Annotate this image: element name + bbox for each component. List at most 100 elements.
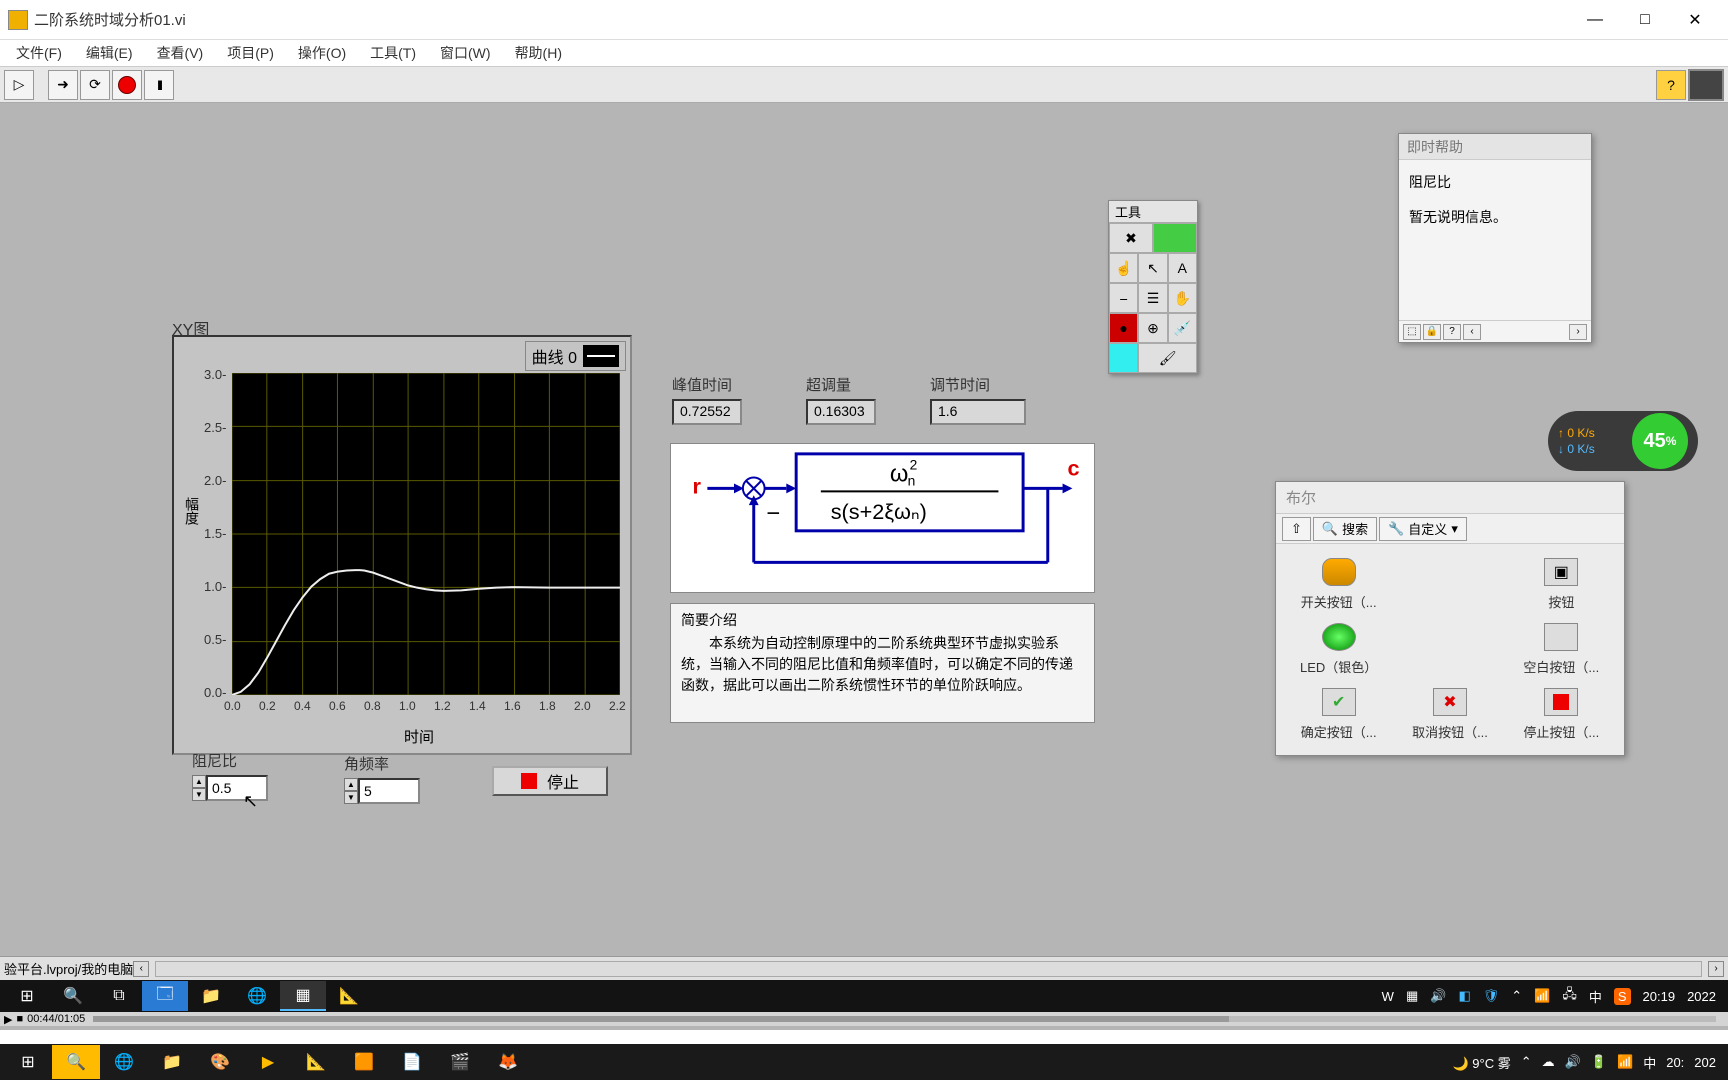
explorer-icon-1[interactable]: 📁 bbox=[188, 981, 234, 1011]
app-icon-2b[interactable]: ▶ bbox=[244, 1045, 292, 1079]
menu-file[interactable]: 文件(F) bbox=[4, 40, 74, 66]
chrome-icon-1[interactable]: 🌐 bbox=[234, 981, 280, 1011]
context-help-panel[interactable]: 即时帮助 阻尼比 暂无说明信息。 ⬚ 🔒 ? ‹ › bbox=[1398, 133, 1592, 343]
color-tool-fg[interactable] bbox=[1109, 343, 1138, 373]
maximize-button[interactable]: □ bbox=[1620, 5, 1670, 35]
menu-view[interactable]: 查看(V) bbox=[145, 40, 216, 66]
video-progress-bar[interactable]: ▶ ■ 00:44/01:05 bbox=[0, 1012, 1728, 1026]
auto-tool-icon[interactable]: ✖ bbox=[1109, 223, 1153, 253]
onedrive-icon[interactable]: ☁ bbox=[1542, 1054, 1555, 1070]
stop-button[interactable]: 停止 bbox=[492, 766, 608, 796]
color-tool-brush-icon[interactable]: 🖌 bbox=[1138, 343, 1197, 373]
boolean-palette-title[interactable]: 布尔 bbox=[1276, 482, 1624, 514]
chrome-icon-2[interactable]: 🌐 bbox=[100, 1045, 148, 1079]
weather-2[interactable]: 🌙 9°C 雾 bbox=[1452, 1053, 1510, 1072]
volume-icon-1[interactable]: 🔊 bbox=[1430, 988, 1446, 1004]
blank-button-item[interactable]: 空白按钮（... bbox=[1509, 623, 1614, 676]
palette-custom-button[interactable]: 🔧 自定义▾ bbox=[1379, 517, 1467, 541]
network-icon-1[interactable]: 🖧 bbox=[1562, 985, 1577, 1007]
app-icon-1a[interactable]: 🗔 bbox=[142, 981, 188, 1011]
scroll-tool-icon[interactable]: ✋ bbox=[1168, 283, 1197, 313]
ctx-scroll-left[interactable]: ‹ bbox=[1463, 324, 1481, 340]
start-button-2[interactable]: ⊞ bbox=[4, 1045, 52, 1079]
pause-button[interactable]: II bbox=[144, 70, 174, 100]
text-tool-icon[interactable]: A bbox=[1168, 253, 1197, 283]
damping-down-icon[interactable]: ▼ bbox=[192, 788, 206, 801]
operate-tool-icon[interactable]: ☝ bbox=[1109, 253, 1138, 283]
ime-icon-2[interactable]: 中 bbox=[1643, 1053, 1656, 1072]
run-continuous-button[interactable]: ➜ bbox=[48, 70, 78, 100]
menu-operate[interactable]: 操作(O) bbox=[286, 40, 358, 66]
wire-tool-icon[interactable]: ⎯ bbox=[1109, 283, 1138, 313]
tray-chevron-2[interactable]: ⌃ bbox=[1521, 1054, 1532, 1070]
frequency-down-icon[interactable]: ▼ bbox=[344, 791, 358, 804]
context-help-title[interactable]: 即时帮助 bbox=[1399, 134, 1591, 160]
matlab-icon-2[interactable]: 📐 bbox=[292, 1045, 340, 1079]
palette-search-button[interactable]: 🔍 搜索 bbox=[1313, 517, 1377, 541]
frequency-up-icon[interactable]: ▲ bbox=[344, 778, 358, 791]
ctx-btn1[interactable]: ⬚ bbox=[1403, 324, 1421, 340]
sogou-icon-1[interactable]: S bbox=[1614, 988, 1631, 1005]
search-icon-1[interactable]: 🔍 bbox=[50, 981, 96, 1011]
led-item[interactable]: LED（银色） bbox=[1286, 623, 1391, 676]
scroll-right-icon[interactable]: › bbox=[1708, 961, 1724, 977]
scroll-left-icon[interactable]: ‹ bbox=[133, 961, 149, 977]
video-play-icon[interactable]: ▶ bbox=[4, 1013, 12, 1026]
clock-2[interactable]: 20: bbox=[1666, 1055, 1684, 1070]
app-icon-2e[interactable]: 🎬 bbox=[436, 1045, 484, 1079]
matlab-icon-1[interactable]: 📐 bbox=[326, 981, 372, 1011]
menu-project[interactable]: 项目(P) bbox=[215, 40, 286, 66]
tools-palette[interactable]: 工具 ✖ ☝ ↖ A ⎯ ☰ ✋ ● ⊕ 💉 🖌 bbox=[1108, 200, 1198, 374]
boolean-palette[interactable]: 布尔 ⇧ 🔍 搜索 🔧 自定义▾ 开关按钮（... ▣ 按钮 LED（银色） bbox=[1275, 481, 1625, 756]
ctx-scroll-right[interactable]: › bbox=[1569, 324, 1587, 340]
color-copy-tool-icon[interactable]: 💉 bbox=[1168, 313, 1197, 343]
probe-tool-icon[interactable]: ⊕ bbox=[1138, 313, 1167, 343]
minimize-button[interactable]: — bbox=[1570, 5, 1620, 35]
ime-icon-1[interactable]: 中 bbox=[1589, 987, 1602, 1006]
palette-up-button[interactable]: ⇧ bbox=[1282, 517, 1311, 541]
video-seekbar[interactable] bbox=[93, 1016, 1716, 1022]
run-button[interactable]: ▷ bbox=[4, 70, 34, 100]
menu-tool-icon[interactable]: ☰ bbox=[1138, 283, 1167, 313]
clock-1[interactable]: 20:19 bbox=[1643, 989, 1676, 1004]
app-icon-2a[interactable]: 🎨 bbox=[196, 1045, 244, 1079]
abort-button[interactable] bbox=[112, 70, 142, 100]
graph-legend[interactable]: 曲线 0 bbox=[525, 341, 626, 371]
tray-icon-w[interactable]: W bbox=[1382, 989, 1394, 1004]
switch-button-item[interactable]: 开关按钮（... bbox=[1286, 558, 1391, 611]
tray-icon-shield[interactable]: 🛡 bbox=[1483, 988, 1500, 1004]
cancel-button-item[interactable]: ✖ 取消按钮（... bbox=[1397, 688, 1502, 741]
damping-input[interactable] bbox=[206, 775, 268, 801]
video-stop-icon[interactable]: ■ bbox=[16, 1013, 23, 1025]
volume-icon-2[interactable]: 🔊 bbox=[1565, 1054, 1581, 1070]
damping-up-icon[interactable]: ▲ bbox=[192, 775, 206, 788]
vi-icon[interactable] bbox=[1688, 69, 1724, 101]
highlight-button[interactable]: ⟳ bbox=[80, 70, 110, 100]
frequency-spinner[interactable]: ▲ ▼ bbox=[344, 778, 358, 804]
tools-palette-title[interactable]: 工具 bbox=[1109, 201, 1197, 223]
explorer-icon-2[interactable]: 📁 bbox=[148, 1045, 196, 1079]
tray-icon-grid[interactable]: ▦ bbox=[1406, 988, 1418, 1004]
auto-tool-toggle[interactable] bbox=[1153, 223, 1197, 253]
wifi-icon-2[interactable]: 📶 bbox=[1617, 1054, 1633, 1070]
network-speed-widget[interactable]: ↑ 0 K/s ↓ 0 K/s 45% bbox=[1548, 411, 1698, 471]
push-button-item[interactable]: ▣ 按钮 bbox=[1509, 558, 1614, 611]
breakpoint-tool-icon[interactable]: ● bbox=[1109, 313, 1138, 343]
menu-edit[interactable]: 编辑(E) bbox=[74, 40, 145, 66]
taskview-icon-1[interactable]: ⧉ bbox=[96, 981, 142, 1011]
stop-button-item[interactable]: 停止按钮（... bbox=[1509, 688, 1614, 741]
close-button[interactable]: ✕ bbox=[1670, 5, 1720, 35]
horizontal-scrollbar[interactable] bbox=[155, 961, 1702, 977]
firefox-icon[interactable]: 🦊 bbox=[484, 1045, 532, 1079]
ctx-btn2[interactable]: 🔒 bbox=[1423, 324, 1441, 340]
ctx-btn3[interactable]: ? bbox=[1443, 324, 1461, 340]
search-icon-2[interactable]: 🔍 bbox=[52, 1045, 100, 1079]
menu-help[interactable]: 帮助(H) bbox=[503, 40, 574, 66]
app-icon-2d[interactable]: 📄 bbox=[388, 1045, 436, 1079]
menu-tools[interactable]: 工具(T) bbox=[358, 40, 428, 66]
labview-icon-1[interactable]: ▦ bbox=[280, 981, 326, 1011]
ok-button-item[interactable]: ✔ 确定按钮（... bbox=[1286, 688, 1391, 741]
tray-chevron-1[interactable]: ⌃ bbox=[1511, 988, 1522, 1004]
wifi-icon-1[interactable]: 📶 bbox=[1534, 988, 1550, 1004]
menu-window[interactable]: 窗口(W) bbox=[428, 40, 503, 66]
